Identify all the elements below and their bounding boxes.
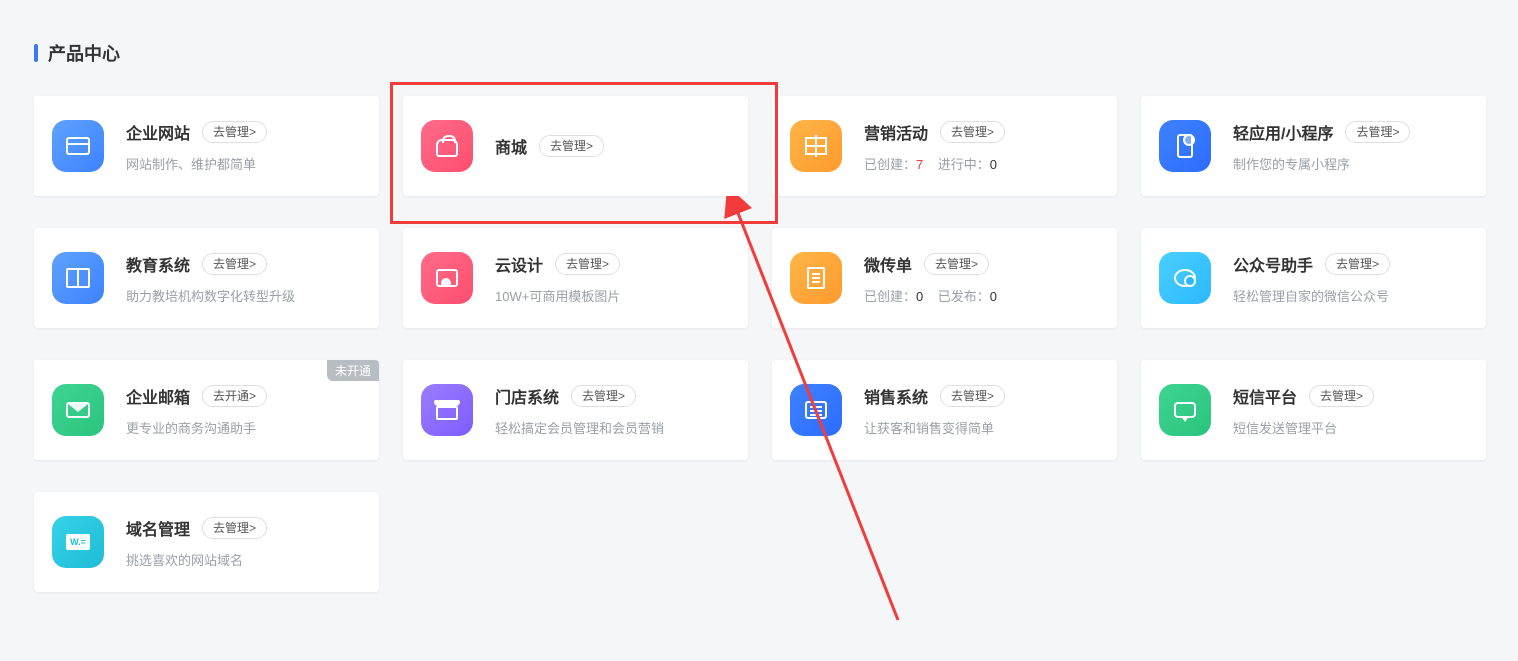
section-header: 产品中心 xyxy=(34,40,1484,66)
card-title: 营销活动 xyxy=(864,120,928,144)
message-icon xyxy=(1159,384,1211,436)
card-title: 教育系统 xyxy=(126,252,190,276)
card-title: 公众号助手 xyxy=(1233,252,1313,276)
card-education[interactable]: 教育系统 去管理> 助力教培机构数字化转型升级 xyxy=(34,228,379,328)
card-enterprise-email[interactable]: 未开通 企业邮箱 去开通> 更专业的商务沟通助手 xyxy=(34,360,379,460)
store-icon xyxy=(421,384,473,436)
card-stats: 已创建：0 已发布：0 xyxy=(864,286,1099,305)
manage-button[interactable]: 去管理> xyxy=(539,135,604,157)
card-marketing[interactable]: 营销活动 去管理> 已创建：7 进行中：0 xyxy=(772,96,1117,196)
manage-button[interactable]: 去管理> xyxy=(1309,385,1374,407)
card-desc: 10W+可商用模板图片 xyxy=(495,286,730,305)
card-desc: 短信发送管理平台 xyxy=(1233,418,1468,437)
stat-label: 进行中： xyxy=(938,157,990,172)
manage-button[interactable]: 去管理> xyxy=(555,253,620,275)
card-title: 企业邮箱 xyxy=(126,384,190,408)
stat-value: 7 xyxy=(916,157,923,172)
stat-value: 0 xyxy=(990,289,997,304)
card-mall[interactable]: 商城 去管理> xyxy=(403,96,748,196)
section-accent-bar xyxy=(34,44,38,62)
chat-icon xyxy=(1159,252,1211,304)
card-desc: 轻松搞定会员管理和会员营销 xyxy=(495,418,730,437)
card-desc: 挑选喜欢的网站域名 xyxy=(126,550,361,569)
manage-button[interactable]: 去管理> xyxy=(202,517,267,539)
manage-button[interactable]: 去管理> xyxy=(940,385,1005,407)
card-title: 企业网站 xyxy=(126,120,190,144)
card-sales-system[interactable]: 销售系统 去管理> 让获客和销售变得简单 xyxy=(772,360,1117,460)
card-desc: 轻松管理自家的微信公众号 xyxy=(1233,286,1468,305)
card-store-system[interactable]: 门店系统 去管理> 轻松搞定会员管理和会员营销 xyxy=(403,360,748,460)
card-title: 门店系统 xyxy=(495,384,559,408)
stat-value: 0 xyxy=(916,289,923,304)
image-icon xyxy=(421,252,473,304)
card-desc: 制作您的专属小程序 xyxy=(1233,154,1468,173)
card-design[interactable]: 云设计 去管理> 10W+可商用模板图片 xyxy=(403,228,748,328)
document-icon xyxy=(790,252,842,304)
list-icon xyxy=(790,384,842,436)
not-open-badge: 未开通 xyxy=(327,360,379,381)
section-title: 产品中心 xyxy=(48,40,120,66)
card-title: 销售系统 xyxy=(864,384,928,408)
open-button[interactable]: 去开通> xyxy=(202,385,267,407)
manage-button[interactable]: 去管理> xyxy=(1345,121,1410,143)
stat-label: 已创建： xyxy=(864,289,916,304)
manage-button[interactable]: 去管理> xyxy=(924,253,989,275)
domain-icon: W.= xyxy=(52,516,104,568)
card-title: 轻应用/小程序 xyxy=(1233,120,1333,144)
card-title: 短信平台 xyxy=(1233,384,1297,408)
card-desc: 让获客和销售变得简单 xyxy=(864,418,1099,437)
manage-button[interactable]: 去管理> xyxy=(202,253,267,275)
card-title: 微传单 xyxy=(864,252,912,276)
card-title: 域名管理 xyxy=(126,516,190,540)
gift-icon xyxy=(790,120,842,172)
manage-button[interactable]: 去管理> xyxy=(1325,253,1390,275)
card-title: 云设计 xyxy=(495,252,543,276)
card-sms[interactable]: 短信平台 去管理> 短信发送管理平台 xyxy=(1141,360,1486,460)
book-icon xyxy=(52,252,104,304)
stat-value: 0 xyxy=(990,157,997,172)
phone-icon xyxy=(1159,120,1211,172)
card-title: 商城 xyxy=(495,134,527,158)
card-domain[interactable]: W.= 域名管理 去管理> 挑选喜欢的网站域名 xyxy=(34,492,379,592)
stat-label: 已发布： xyxy=(938,289,990,304)
stat-label: 已创建： xyxy=(864,157,916,172)
card-wechat-assistant[interactable]: 公众号助手 去管理> 轻松管理自家的微信公众号 xyxy=(1141,228,1486,328)
card-website[interactable]: 企业网站 去管理> 网站制作、维护都简单 xyxy=(34,96,379,196)
mail-icon xyxy=(52,384,104,436)
card-desc: 更专业的商务沟通助手 xyxy=(126,418,361,437)
card-desc: 助力教培机构数字化转型升级 xyxy=(126,286,361,305)
manage-button[interactable]: 去管理> xyxy=(571,385,636,407)
manage-button[interactable]: 去管理> xyxy=(940,121,1005,143)
manage-button[interactable]: 去管理> xyxy=(202,121,267,143)
card-stats: 已创建：7 进行中：0 xyxy=(864,154,1099,173)
card-desc: 网站制作、维护都简单 xyxy=(126,154,361,173)
card-flyer[interactable]: 微传单 去管理> 已创建：0 已发布：0 xyxy=(772,228,1117,328)
product-grid: 企业网站 去管理> 网站制作、维护都简单 商城 去管理> 营销活动 去管理> xyxy=(34,96,1484,592)
website-icon xyxy=(52,120,104,172)
card-miniapp[interactable]: 轻应用/小程序 去管理> 制作您的专属小程序 xyxy=(1141,96,1486,196)
shopping-bag-icon xyxy=(421,120,473,172)
